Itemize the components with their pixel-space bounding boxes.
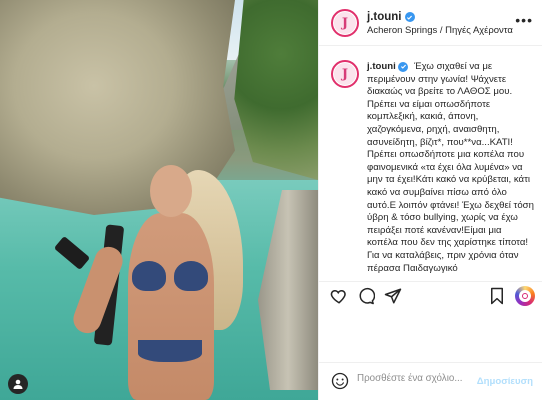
like-button[interactable] [329, 286, 349, 306]
post-caption: j.touni Έχω σιχαθεί να με περιμένουν στη… [367, 61, 535, 275]
action-bar [319, 281, 542, 309]
username[interactable]: j.touni [367, 11, 402, 23]
username-link[interactable]: j.touni [367, 11, 415, 23]
share-icon [384, 288, 402, 304]
igtv-icon[interactable] [515, 286, 535, 306]
more-icon[interactable]: ••• [515, 12, 533, 28]
caption-avatar[interactable]: J [331, 60, 359, 88]
photo-person [53, 165, 220, 400]
post-comment-button[interactable]: Δημοσίευση [477, 376, 533, 387]
verified-icon [404, 12, 415, 22]
comment-input[interactable] [357, 373, 477, 384]
comment-bar: Δημοσίευση [319, 362, 542, 400]
caption-username[interactable]: j.touni [367, 61, 396, 72]
post-sidebar: J j.touni Acheron Springs / Πηγές Αχέρον… [318, 0, 542, 400]
caption-area: J j.touni Έχω σιχαθεί να με περιμένουν σ… [319, 47, 542, 281]
save-button[interactable] [487, 286, 507, 306]
avatar-letter: J [334, 12, 356, 34]
bookmark-icon [491, 287, 503, 305]
caption-text: Έχω σιχαθεί να με περιμένουν στην γωνία!… [367, 61, 534, 274]
comment-icon [359, 287, 375, 305]
heart-icon [330, 289, 346, 304]
share-button[interactable] [383, 286, 403, 306]
location-link[interactable]: Acheron Springs / Πηγές Αχέροντα [367, 25, 513, 36]
user-icon [13, 379, 23, 389]
post-photo[interactable] [0, 0, 318, 400]
tagged-user-button[interactable] [8, 374, 28, 394]
verified-icon [398, 61, 409, 72]
emoji-icon[interactable] [331, 372, 349, 390]
post-header: J j.touni Acheron Springs / Πηγές Αχέρον… [319, 0, 542, 46]
avatar[interactable]: J [331, 9, 359, 37]
avatar-letter: J [334, 63, 356, 85]
comment-button[interactable] [356, 286, 376, 306]
